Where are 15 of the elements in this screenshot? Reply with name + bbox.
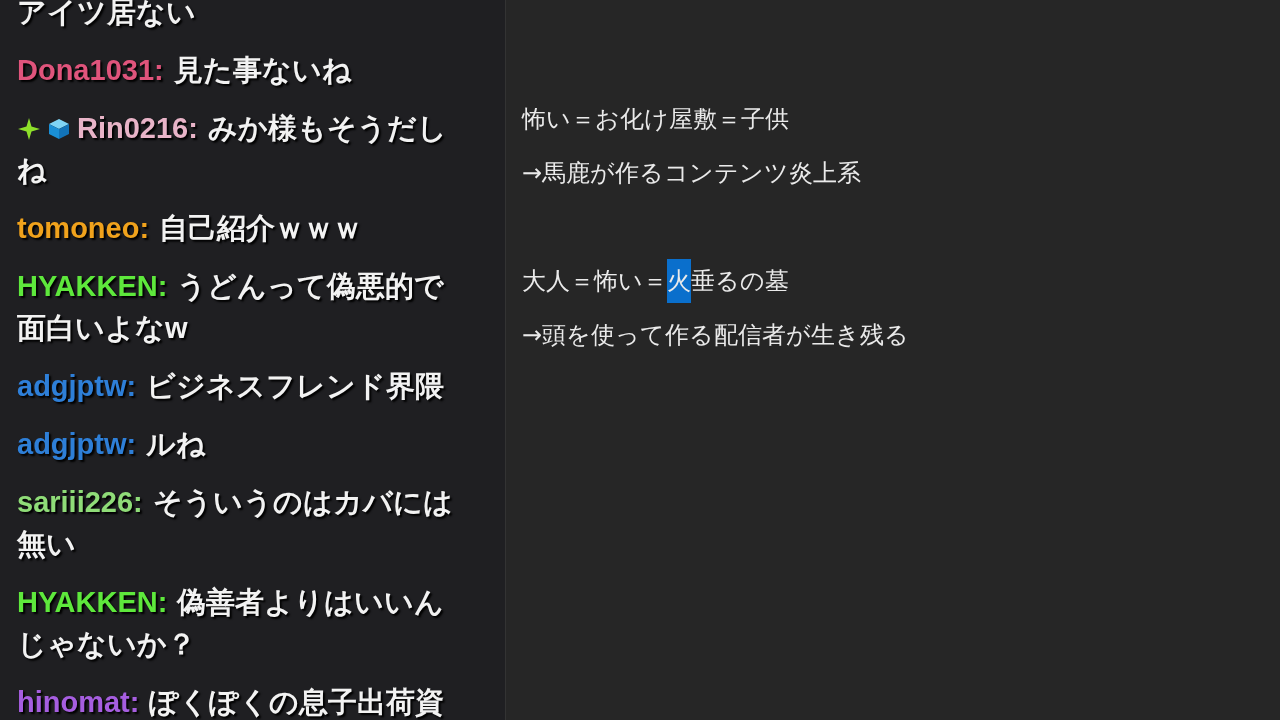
cube-icon	[47, 117, 71, 141]
note-line: →頭を使って作る配信者が生き残る	[522, 320, 911, 351]
note-line: 大人＝怖い＝火垂るの墓	[522, 254, 1280, 308]
chat-message: sariii226: そういうのはカバには無い	[17, 485, 454, 562]
note-line: →馬鹿が作るコンテンツ炎上系	[522, 158, 863, 189]
chat-message: hinomat: ぽくぽくの息子出荷資	[17, 685, 446, 720]
chat-message: adgjptw: ルね	[17, 427, 208, 462]
sparkle-icon	[17, 117, 41, 141]
chat-message: Rin0216: みか様もそうだしね	[17, 111, 448, 188]
chat-message: adgjptw: ビジネスフレンド界隈	[17, 369, 446, 404]
chat-message: HYAKKEN: 偽善者よりはいいんじゃないか？	[17, 585, 446, 662]
chat-message: HYAKKEN: うどんって偽悪的で面白いよなw	[17, 269, 446, 346]
note-line: 怖い＝お化け屋敷＝子供	[522, 104, 790, 135]
chat-message: tomoneo: 自己紹介ｗｗｗ	[17, 211, 364, 246]
chat-message: Dona1031: 見た事ないね	[17, 53, 353, 88]
